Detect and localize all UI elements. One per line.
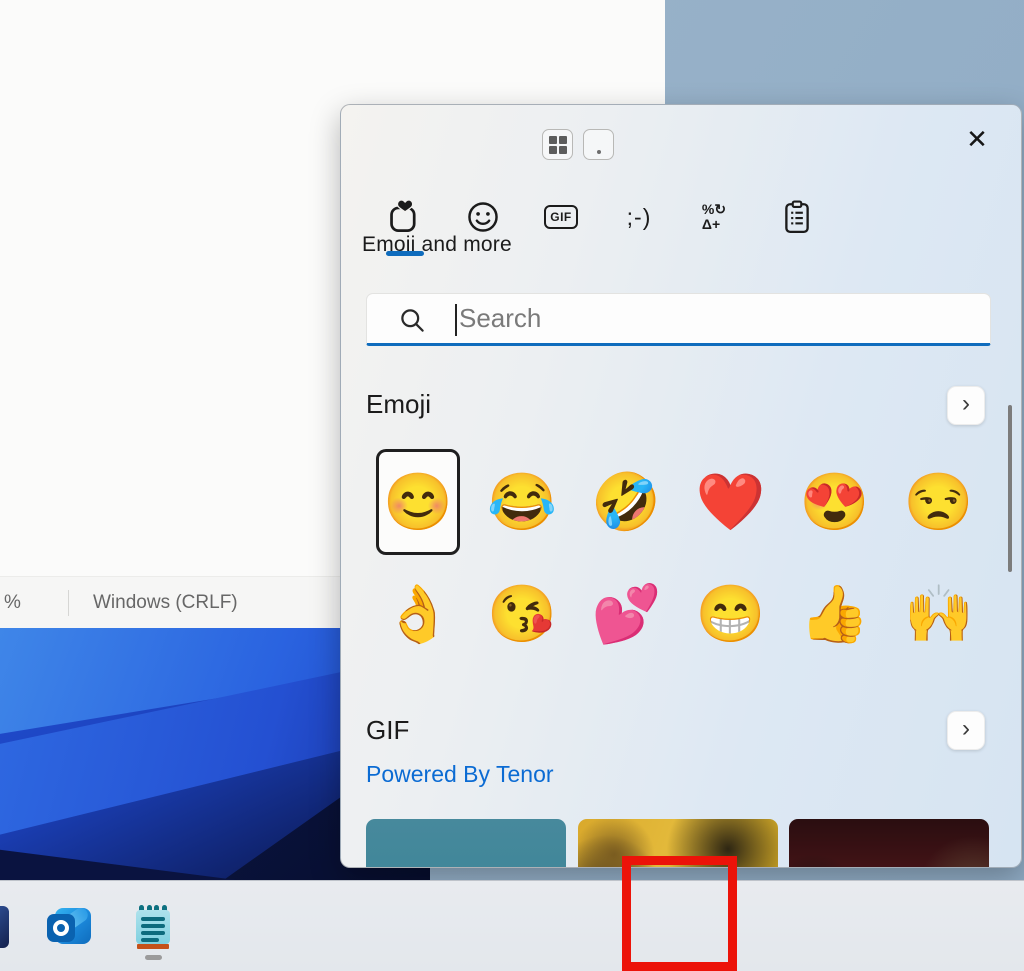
- tenor-attribution-link[interactable]: Powered By Tenor: [366, 761, 554, 788]
- emoji-smiling-face-with-heart-eyes[interactable]: 😍: [782, 449, 886, 555]
- emoji-thumbs-up[interactable]: 👍: [783, 561, 887, 667]
- running-app-indicator: [145, 955, 162, 960]
- panel-scrollbar[interactable]: [1008, 405, 1012, 572]
- status-divider: [68, 590, 69, 616]
- keyboard-layout-button[interactable]: [542, 129, 573, 160]
- emoji-red-heart[interactable]: ❤️: [678, 449, 782, 555]
- small-key-button[interactable]: [583, 129, 614, 160]
- screen: % Windows (CRLF) Emoji and more ✕: [0, 0, 1024, 971]
- active-tab-indicator: [386, 251, 424, 256]
- tab-kaomoji[interactable]: ;-): [616, 193, 662, 241]
- emoji-face-with-tears-of-joy[interactable]: 😂: [470, 449, 574, 555]
- search-input[interactable]: [367, 294, 990, 343]
- clipboard-icon: [781, 200, 813, 234]
- grid-icon: [549, 136, 567, 154]
- tab-emoji[interactable]: [460, 193, 506, 241]
- gif-section-expand-button[interactable]: ›: [947, 711, 985, 750]
- taskbar: 10:50 AM 2/27/2025: [0, 880, 1024, 971]
- emoji-row-1: 😊 😂 🤣 ❤️ 😍 😒: [366, 449, 991, 555]
- close-button[interactable]: ✕: [957, 119, 997, 159]
- kaomoji-icon: ;-): [627, 204, 652, 231]
- highlight-rectangle: [622, 856, 737, 971]
- emoji-rolling-on-the-floor-laughing[interactable]: 🤣: [574, 449, 678, 555]
- emoji-ok-hand[interactable]: 👌: [366, 561, 470, 667]
- chevron-right-icon: ›: [962, 715, 970, 743]
- emoji-beaming-face-with-smiling-eyes[interactable]: 😁: [678, 561, 782, 667]
- taskbar-notepad-button[interactable]: [129, 903, 177, 951]
- emoji-two-hearts[interactable]: 💕: [574, 561, 678, 667]
- tab-gif[interactable]: GIF: [538, 193, 584, 241]
- emoji-section-expand-button[interactable]: ›: [947, 386, 985, 425]
- emoji-and-more-panel: Emoji and more ✕ GIF ;-): [340, 104, 1022, 868]
- heart-in-square-icon: [387, 200, 421, 234]
- emoji-face-blowing-a-kiss[interactable]: 😘: [470, 561, 574, 667]
- notepad-icon: [136, 905, 170, 949]
- taskbar-outlook-button[interactable]: [46, 903, 94, 951]
- symbols-icon: %↻Δ+: [702, 202, 726, 232]
- emoji-raising-hands[interactable]: 🙌: [887, 561, 991, 667]
- gif-badge-icon: GIF: [544, 205, 578, 229]
- tab-clipboard[interactable]: [774, 193, 820, 241]
- gif-thumbnail-teal-scene[interactable]: [366, 819, 566, 868]
- smiley-icon: [467, 201, 499, 233]
- gif-section-label: GIF: [366, 715, 409, 746]
- emoji-smiling-face-with-smiling-eyes[interactable]: 😊: [376, 449, 460, 555]
- chevron-right-icon: ›: [962, 390, 970, 418]
- tab-recent[interactable]: [381, 193, 427, 241]
- tab-symbols[interactable]: %↻Δ+: [691, 193, 737, 241]
- dot-icon: [597, 150, 601, 154]
- zoom-level[interactable]: %: [4, 592, 44, 614]
- partial-app-icon[interactable]: [0, 906, 9, 948]
- emoji-section-label: Emoji: [366, 389, 431, 420]
- emoji-unamused-face[interactable]: 😒: [887, 449, 991, 555]
- gif-thumbnail-theater-audience[interactable]: [789, 819, 989, 868]
- search-box: [366, 293, 991, 346]
- emoji-row-2: 👌 😘 💕 😁 👍 🙌: [366, 561, 991, 667]
- line-ending-indicator[interactable]: Windows (CRLF): [93, 592, 238, 614]
- outlook-icon: [47, 906, 93, 948]
